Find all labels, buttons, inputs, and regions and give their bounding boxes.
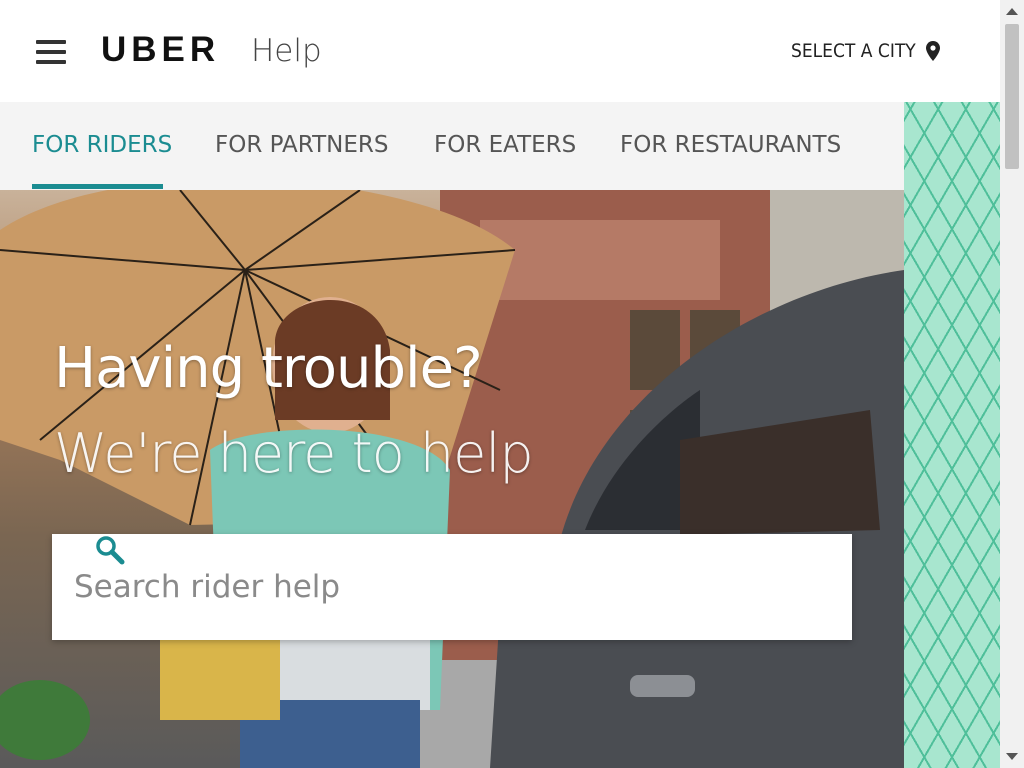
scroll-down-arrow-icon[interactable] (1006, 753, 1018, 760)
scroll-thumb[interactable] (1005, 24, 1019, 169)
hamburger-icon[interactable] (36, 40, 66, 64)
tab-for-eaters[interactable]: FOR EATERS (434, 132, 576, 158)
tab-for-restaurants[interactable]: FOR RESTAURANTS (620, 132, 841, 158)
scroll-up-arrow-icon[interactable] (1006, 8, 1018, 15)
search-icon[interactable] (94, 534, 126, 566)
tab-for-riders[interactable]: FOR RIDERS (32, 132, 172, 158)
location-pin-icon (925, 41, 940, 61)
search-box[interactable] (52, 534, 852, 640)
decorative-pattern (904, 102, 1000, 768)
tab-for-partners[interactable]: FOR PARTNERS (215, 132, 388, 158)
site-header: UBER Help SELECT A CITY (0, 0, 1000, 102)
hero-subtitle: We're here to help (54, 422, 534, 485)
audience-tabs: FOR RIDERS FOR PARTNERS FOR EATERS FOR R… (0, 102, 904, 190)
select-city-label: SELECT A CITY (791, 40, 916, 62)
active-tab-indicator (32, 184, 163, 189)
help-logo-suffix[interactable]: Help (251, 33, 322, 69)
uber-logo[interactable]: UBER (101, 30, 220, 70)
search-input[interactable] (72, 568, 756, 606)
hero-title: Having trouble? (54, 336, 483, 401)
hero-banner: Having trouble? We're here to help (0, 190, 904, 768)
page-scrollbar[interactable] (1000, 0, 1024, 768)
select-city-button[interactable]: SELECT A CITY (791, 40, 940, 62)
